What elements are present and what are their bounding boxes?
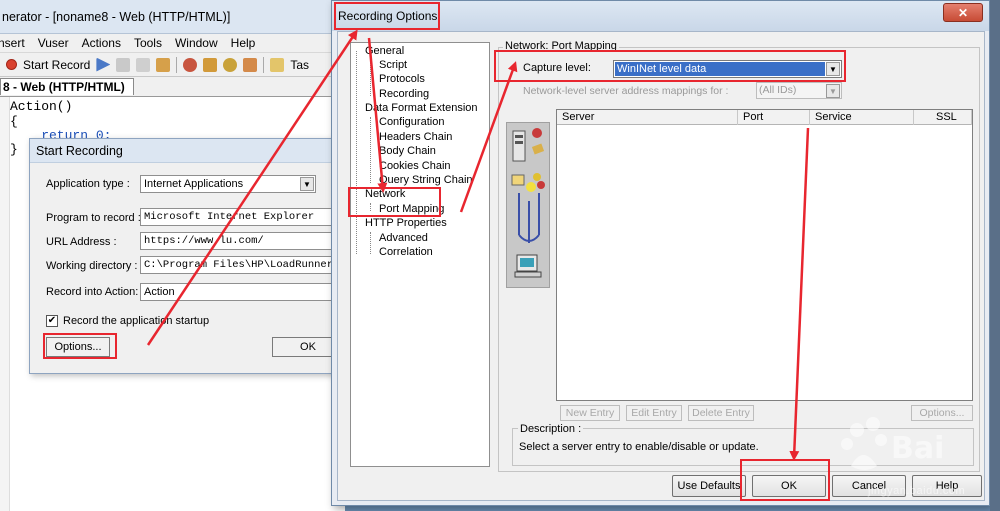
start-record-button[interactable]: Start Record [23,58,90,72]
url-label: URL Address : [46,236,117,248]
record-into-label: Record into Action: [46,286,139,298]
startup-checkbox[interactable]: ✔ [46,315,58,327]
tab-script[interactable]: 8 - Web (HTTP/HTML) [0,78,134,95]
delete-entry-button[interactable]: Delete Entry [688,405,754,421]
toolbar-separator [263,56,265,73]
network-illustration [506,122,550,288]
ok-button[interactable]: OK [752,475,826,497]
tree-connector [370,117,371,183]
program-input[interactable]: Microsoft Internet Explorer [140,208,352,226]
record-into-value: Action [144,286,175,298]
window-title: nerator - [noname8 - Web (HTTP/HTML)] [0,0,344,34]
description-label: Description : [518,423,584,435]
play-icon[interactable] [96,57,111,72]
application-type-select[interactable]: Internet Applications ▼ [140,175,316,193]
chevron-down-icon[interactable]: ▼ [300,177,314,191]
dialog-title: Recording Options [332,1,989,31]
network-mapping-select[interactable]: (All IDs) ▼ [756,82,842,99]
port-mapping-table[interactable]: Server Port Service SSL [556,109,973,401]
startup-checkbox-label: Record the application startup [63,315,210,327]
tree-item-port-mapping[interactable]: Port Mapping [379,203,444,215]
use-defaults-button[interactable]: Use Defaults [672,475,746,497]
task-button[interactable]: Tas [290,58,309,72]
tree-item-configuration[interactable]: Configuration [379,116,444,128]
tree-item-http-properties[interactable]: HTTP Properties [365,217,447,229]
application-type-label: Application type : [46,178,130,190]
tree-connector [356,51,357,254]
script-tabs: 8 - Web (HTTP/HTML) [0,77,344,95]
column-header-server[interactable]: Server [557,110,738,125]
network-mapping-label: Network-level server address mappings fo… [523,85,729,97]
toolbar-separator [176,56,178,73]
code-line: Action() [10,99,73,114]
editor-gutter [0,97,10,511]
tree-item-general[interactable]: General [365,45,404,57]
toolbar: Start Record Tas [0,53,344,77]
tree-item-script[interactable]: Script [379,59,407,71]
record-icon [6,59,17,70]
group-title: Network: Port Mapping [503,40,619,52]
compile-icon[interactable] [136,57,151,72]
tree-item-network[interactable]: Network [365,188,405,200]
edit-entry-button[interactable]: Edit Entry [626,405,682,421]
svg-text:Bai: Bai [891,431,944,466]
code-line: { [10,114,18,129]
tree-connector [370,59,371,96]
tree-item-query-string-chain[interactable]: Query String Chain [379,174,473,186]
menu-vuser[interactable]: Vuser [38,36,69,50]
table-header: Server Port Service SSL [557,110,972,125]
record-into-select[interactable]: Action [140,283,352,301]
start-recording-dialog: Start Recording Application type : Inter… [29,138,352,374]
close-button[interactable]: ✕ [943,3,983,22]
menu-actions[interactable]: Actions [82,36,121,50]
stop-icon[interactable] [116,57,131,72]
chevron-down-icon[interactable]: ▼ [826,62,840,76]
menu-help[interactable]: Help [231,36,256,50]
watermark-text: jingyan.baidu.com [868,485,966,497]
network-mapping-value: (All IDs) [759,84,797,96]
baidu-watermark-icon: Bai [841,417,944,470]
network-diagram-icon [511,128,545,278]
tree-item-data-format-extension[interactable]: Data Format Extension [365,102,478,114]
application-type-value: Internet Applications [144,178,244,190]
tree-connector [370,203,371,211]
menu-bar: nsert Vuser Actions Tools Window Help [0,34,344,53]
comment-icon[interactable] [223,57,238,72]
tree-item-headers-chain[interactable]: Headers Chain [379,131,452,143]
tree-item-correlation[interactable]: Correlation [379,246,433,258]
menu-insert[interactable]: nsert [0,36,25,50]
parameter-icon[interactable] [243,57,258,72]
step-icon[interactable] [156,57,171,72]
code-line: } [10,142,18,157]
new-entry-button[interactable]: New Entry [560,405,620,421]
column-header-service[interactable]: Service [810,110,914,125]
tree-item-recording[interactable]: Recording [379,88,429,100]
capture-level-select[interactable]: WinINet level data ▼ [613,60,842,78]
column-header-port[interactable]: Port [738,110,810,125]
tree-item-advanced[interactable]: Advanced [379,232,428,244]
rendezvous-icon[interactable] [203,57,218,72]
program-label: Program to record : [46,212,141,224]
url-input[interactable]: https://www.lu.com/ [140,232,352,250]
dialog-title: Start Recording [30,139,348,163]
tree-item-body-chain[interactable]: Body Chain [379,145,436,157]
capture-level-label: Capture level: [523,62,591,74]
tree-connector [370,232,371,254]
options-tree[interactable]: General Script Protocols Recording Data … [350,42,490,467]
transaction-icon[interactable] [183,57,198,72]
chevron-down-icon[interactable]: ▼ [826,84,840,98]
description-text: Select a server entry to enable/disable … [519,441,759,453]
capture-level-value: WinINet level data [615,62,825,76]
options-button[interactable]: Options... [46,337,110,357]
tree-item-cookies-chain[interactable]: Cookies Chain [379,160,451,172]
tree-item-protocols[interactable]: Protocols [379,73,425,85]
working-directory-input[interactable]: C:\Program Files\HP\LoadRunner\bin\ [140,256,352,274]
menu-window[interactable]: Window [175,36,218,50]
task-icon[interactable] [270,57,285,72]
column-header-ssl[interactable]: SSL [914,110,972,125]
working-directory-label: Working directory : [46,260,138,272]
menu-tools[interactable]: Tools [134,36,162,50]
